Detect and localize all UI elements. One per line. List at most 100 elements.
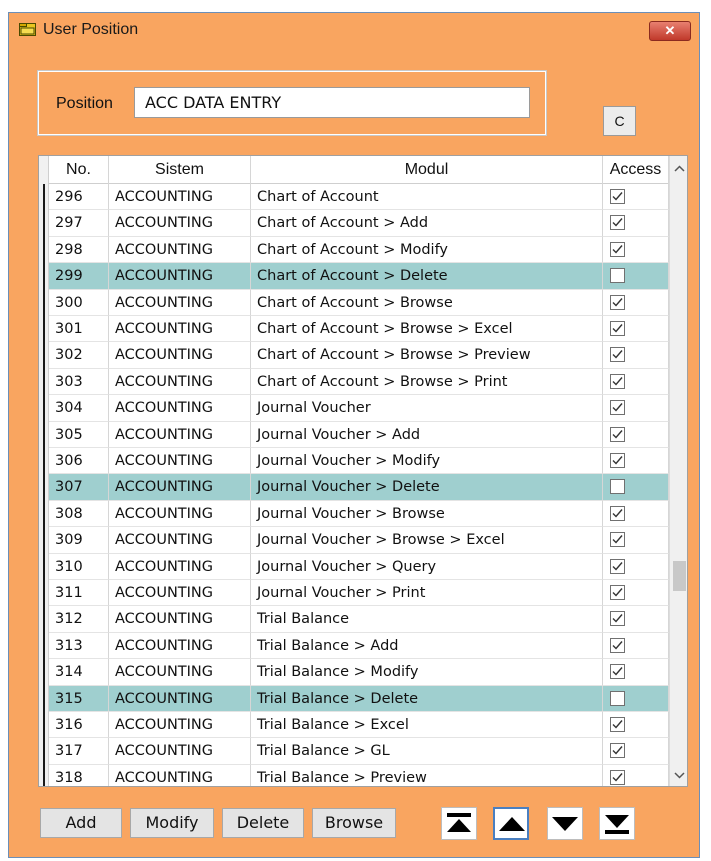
table-row[interactable]: 311 ACCOUNTING Journal Voucher > Print (49, 580, 669, 607)
cell-no: 313 (49, 632, 109, 660)
cell-sistem: ACCOUNTING (109, 738, 251, 765)
cell-sistem: ACCOUNTING (109, 553, 251, 580)
c-button[interactable]: C (603, 106, 636, 136)
access-checkbox-checked[interactable] (610, 426, 625, 442)
table-row[interactable]: 298 ACCOUNTING Chart of Account > Modify (49, 236, 669, 264)
position-group: Position ACC DATA ENTRY (37, 70, 547, 136)
close-button[interactable]: ✕ (649, 21, 691, 41)
cell-sistem: ACCOUNTING (109, 368, 251, 396)
access-checkbox-checked[interactable] (610, 532, 625, 548)
next-record-button[interactable] (547, 807, 583, 840)
access-checkbox-checked[interactable] (610, 611, 625, 627)
table-row[interactable]: 301 ACCOUNTING Chart of Account > Browse >… (49, 316, 669, 343)
access-checkbox-checked[interactable] (610, 215, 625, 231)
access-checkbox-checked[interactable] (610, 189, 625, 204)
access-checkbox-unchecked[interactable] (610, 690, 625, 706)
checkmark-icon (612, 720, 623, 729)
cell-access (603, 184, 669, 211)
table-row[interactable]: 308 ACCOUNTING Journal Voucher > Browse (49, 500, 669, 528)
cell-access (603, 368, 669, 396)
cell-modul: Chart of Account > Browse (251, 289, 603, 316)
access-checkbox-checked[interactable] (610, 453, 625, 468)
access-checkbox-checked[interactable] (610, 558, 625, 574)
table-row[interactable]: 303 ACCOUNTING Chart of Account > Browse >… (49, 368, 669, 396)
cell-modul: Journal Voucher (251, 395, 603, 422)
delete-button[interactable]: Delete (222, 808, 304, 838)
cell-no: 303 (49, 368, 109, 396)
access-checkbox-checked[interactable] (610, 717, 625, 732)
checkmark-icon (612, 640, 623, 650)
table-row[interactable]: 307 ACCOUNTING Journal Voucher > Delete (49, 474, 669, 501)
cell-modul: Chart of Account (251, 184, 603, 211)
access-checkbox-checked[interactable] (610, 505, 625, 521)
table-row[interactable]: 305 ACCOUNTING Journal Voucher > Add (49, 421, 669, 448)
access-checkbox-checked[interactable] (610, 743, 625, 759)
cell-access (603, 236, 669, 264)
column-header-sistem[interactable]: Sistem (109, 156, 251, 184)
table-row[interactable]: 310 ACCOUNTING Journal Voucher > Query (49, 553, 669, 580)
vertical-scrollbar[interactable] (669, 156, 687, 786)
table-row[interactable]: 304 ACCOUNTING Journal Voucher (49, 395, 669, 422)
cell-modul: Journal Voucher > Modify (251, 448, 603, 475)
column-header-modul[interactable]: Modul (251, 156, 603, 184)
table-row[interactable]: 318 ACCOUNTING Trial Balance > Preview (49, 764, 669, 786)
cell-no: 309 (49, 527, 109, 554)
cell-sistem: ACCOUNTING (109, 210, 251, 237)
table-row[interactable]: 296 ACCOUNTING Chart of Account (49, 184, 669, 211)
access-checkbox-unchecked[interactable] (610, 268, 625, 284)
access-checkbox-checked[interactable] (610, 400, 625, 416)
access-checkbox-unchecked[interactable] (610, 479, 625, 495)
checkmark-icon (612, 376, 623, 386)
cell-sistem: ACCOUNTING (109, 712, 251, 739)
previous-record-button[interactable] (493, 807, 529, 840)
access-checkbox-checked[interactable] (610, 664, 625, 680)
access-checkbox-checked[interactable] (610, 347, 625, 363)
scroll-up-icon[interactable] (670, 162, 687, 176)
position-input[interactable]: ACC DATA ENTRY (134, 87, 530, 118)
access-checkbox-checked[interactable] (610, 294, 625, 310)
table-row[interactable]: 316 ACCOUNTING Trial Balance > Excel (49, 712, 669, 739)
table-row[interactable]: 315 ACCOUNTING Trial Balance > Delete (49, 685, 669, 712)
cell-sistem: ACCOUNTING (109, 685, 251, 712)
cell-modul: Trial Balance > Preview (251, 764, 603, 786)
access-checkbox-checked[interactable] (610, 321, 625, 336)
last-record-button[interactable] (599, 807, 635, 840)
cell-sistem: ACCOUNTING (109, 342, 251, 369)
scroll-down-icon[interactable] (670, 768, 687, 782)
cell-modul: Trial Balance (251, 606, 603, 633)
table-row[interactable]: 313 ACCOUNTING Trial Balance > Add (49, 632, 669, 660)
cell-sistem: ACCOUNTING (109, 500, 251, 528)
access-checkbox-checked[interactable] (610, 241, 625, 257)
add-button-label: Add (65, 813, 97, 832)
column-header-access[interactable]: Access (603, 156, 669, 184)
modify-button-label: Modify (145, 813, 199, 832)
access-checkbox-checked[interactable] (610, 585, 625, 600)
cell-sistem: ACCOUNTING (109, 527, 251, 554)
checkmark-icon (612, 350, 623, 359)
browse-button[interactable]: Browse (312, 808, 396, 838)
cell-no: 301 (49, 316, 109, 343)
add-button[interactable]: Add (40, 808, 122, 838)
cell-modul: Trial Balance > Excel (251, 712, 603, 739)
table-row[interactable]: 309 ACCOUNTING Journal Voucher > Browse > … (49, 527, 669, 554)
modify-button[interactable]: Modify (130, 808, 214, 838)
table-row[interactable]: 312 ACCOUNTING Trial Balance (49, 606, 669, 633)
cell-no: 306 (49, 448, 109, 475)
checkmark-icon (612, 297, 623, 307)
table-row[interactable]: 299 ACCOUNTING Chart of Account > Delete (49, 263, 669, 290)
checkmark-icon (612, 561, 623, 571)
cell-modul: Journal Voucher > Print (251, 580, 603, 607)
first-record-button[interactable] (441, 807, 477, 840)
column-header-no[interactable]: No. (49, 156, 109, 184)
access-checkbox-checked[interactable] (610, 637, 625, 653)
table-row[interactable]: 300 ACCOUNTING Chart of Account > Browse (49, 289, 669, 316)
access-checkbox-checked[interactable] (610, 373, 625, 389)
scroll-thumb[interactable] (673, 561, 686, 591)
table-row[interactable]: 297 ACCOUNTING Chart of Account > Add (49, 210, 669, 237)
access-checkbox-checked[interactable] (610, 769, 625, 785)
table-row[interactable]: 302 ACCOUNTING Chart of Account > Browse >… (49, 342, 669, 369)
table-row[interactable]: 314 ACCOUNTING Trial Balance > Modify (49, 659, 669, 686)
table-row[interactable]: 306 ACCOUNTING Journal Voucher > Modify (49, 448, 669, 475)
table-row[interactable]: 317 ACCOUNTING Trial Balance > GL (49, 738, 669, 765)
cell-sistem: ACCOUNTING (109, 448, 251, 475)
